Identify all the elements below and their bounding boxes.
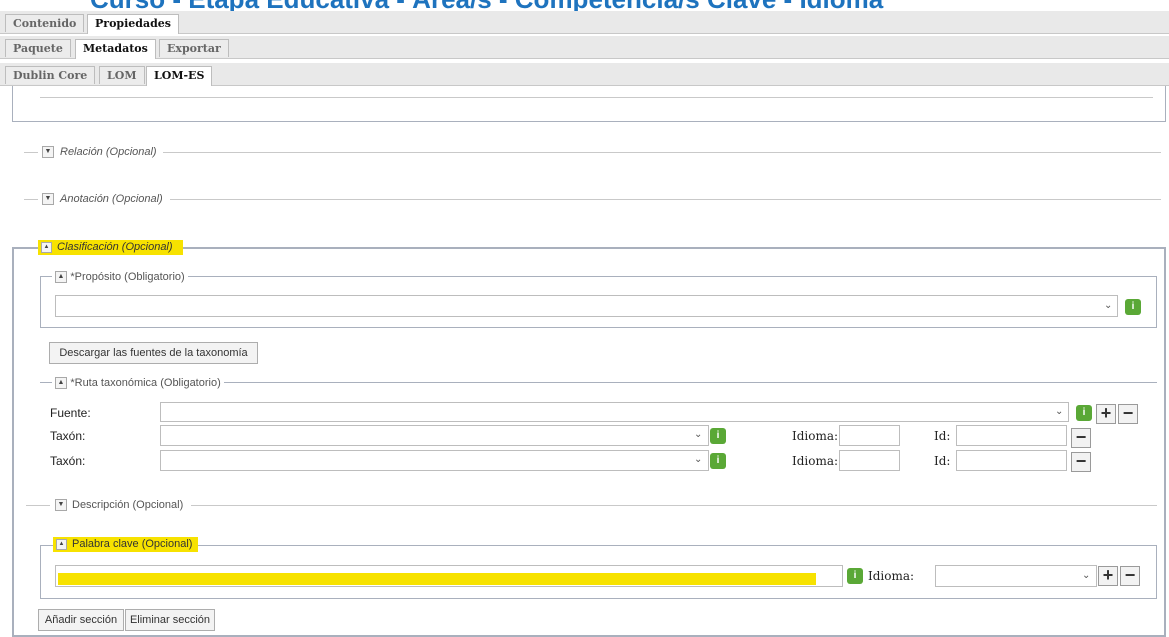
- divider: [24, 199, 38, 200]
- info-icon[interactable]: i: [710, 453, 726, 469]
- tab-lom-es[interactable]: LOM-ES: [146, 66, 213, 86]
- properties-tab-bar: Paquete Metadatos Exportar: [0, 36, 1169, 59]
- tab-lom[interactable]: LOM: [99, 66, 145, 84]
- download-taxonomy-button[interactable]: Descargar las fuentes de la taxonomía: [49, 342, 258, 364]
- section-relacion[interactable]: Relación (Opcional): [60, 146, 157, 158]
- divider: [191, 505, 1157, 506]
- tab-propiedades[interactable]: Propiedades: [87, 14, 179, 34]
- proposito-legend: ▲ *Propósito (Obligatorio): [52, 269, 188, 284]
- palabra-clave-legend-text: Palabra clave (Opcional): [72, 538, 193, 550]
- remove-taxon-button[interactable]: −: [1071, 452, 1091, 472]
- section-descripcion[interactable]: Descripción (Opcional): [72, 499, 183, 511]
- taxon-select[interactable]: [160, 425, 709, 446]
- tab-metadatos[interactable]: Metadatos: [75, 39, 156, 59]
- taxon-id-input[interactable]: [956, 425, 1067, 446]
- idioma-label: Idioma:: [792, 454, 839, 468]
- remove-palabra-clave-button[interactable]: −: [1120, 566, 1140, 586]
- proposito-legend-text: *Propósito (Obligatorio): [70, 270, 185, 283]
- info-icon[interactable]: i: [1076, 405, 1092, 421]
- idioma-label: Idioma:: [792, 429, 839, 443]
- expand-icon[interactable]: ▼: [42, 193, 54, 205]
- tab-dublin-core[interactable]: Dublin Core: [5, 66, 96, 84]
- fuente-label: Fuente:: [50, 406, 91, 420]
- expand-icon[interactable]: ▼: [42, 146, 54, 158]
- info-icon[interactable]: i: [710, 428, 726, 444]
- taxon-idioma-input[interactable]: [839, 450, 900, 471]
- ruta-legend: ▲ *Ruta taxonómica (Obligatorio): [52, 375, 224, 390]
- clasificacion-legend[interactable]: ▲ Clasificación (Opcional): [38, 240, 183, 255]
- palabra-clave-idioma-label: Idioma:: [868, 569, 915, 583]
- proposito-select[interactable]: [55, 295, 1118, 317]
- palabra-clave-legend[interactable]: ▲ Palabra clave (Opcional): [53, 537, 198, 552]
- select-arrow-icon[interactable]: ⌄: [1104, 300, 1112, 311]
- tab-exportar[interactable]: Exportar: [159, 39, 229, 57]
- taxon-idioma-input[interactable]: [839, 425, 900, 446]
- tab-contenido[interactable]: Contenido: [5, 14, 85, 32]
- collapse-icon[interactable]: ▲: [55, 376, 67, 389]
- id-label: Id:: [934, 429, 951, 443]
- divider: [170, 199, 1161, 200]
- collapse-icon[interactable]: ▲: [41, 242, 52, 253]
- metadata-tab-bar: Dublin Core LOM LOM-ES: [0, 63, 1169, 86]
- taxon-select[interactable]: [160, 450, 709, 471]
- add-palabra-clave-button[interactable]: +: [1098, 566, 1118, 586]
- taxon-label: Taxón:: [50, 454, 86, 468]
- palabra-clave-highlight: [58, 573, 816, 585]
- section-anotacion[interactable]: Anotación (Opcional): [60, 193, 163, 205]
- ruta-legend-text: *Ruta taxonómica (Obligatorio): [70, 376, 221, 389]
- select-arrow-icon[interactable]: ⌄: [694, 429, 702, 440]
- select-arrow-icon[interactable]: ⌄: [1082, 570, 1090, 581]
- collapse-icon[interactable]: ▲: [55, 270, 67, 283]
- palabra-clave-input[interactable]: [55, 565, 843, 587]
- divider: [163, 152, 1161, 153]
- info-icon[interactable]: i: [1125, 299, 1141, 315]
- section-clasificacion: Clasificación (Opcional): [57, 241, 173, 253]
- add-fuente-button[interactable]: +: [1096, 404, 1116, 424]
- previous-section-frame: [12, 86, 1166, 122]
- taxon-id-input[interactable]: [956, 450, 1067, 471]
- fuente-select[interactable]: [160, 402, 1069, 422]
- remove-fuente-button[interactable]: −: [1118, 404, 1138, 424]
- top-tab-bar: Contenido Propiedades: [0, 11, 1169, 34]
- select-arrow-icon[interactable]: ⌄: [1055, 406, 1063, 417]
- previous-field-line: [40, 97, 1153, 98]
- info-icon[interactable]: i: [847, 568, 863, 584]
- tab-paquete[interactable]: Paquete: [5, 39, 71, 57]
- id-label: Id:: [934, 454, 951, 468]
- taxon-label: Taxón:: [50, 429, 86, 443]
- expand-icon[interactable]: ▼: [55, 499, 67, 511]
- divider: [26, 505, 50, 506]
- collapse-icon[interactable]: ▲: [56, 539, 67, 550]
- palabra-clave-idioma-select[interactable]: [935, 565, 1097, 587]
- remove-taxon-button[interactable]: −: [1071, 428, 1091, 448]
- divider: [24, 152, 38, 153]
- select-arrow-icon[interactable]: ⌄: [694, 454, 702, 465]
